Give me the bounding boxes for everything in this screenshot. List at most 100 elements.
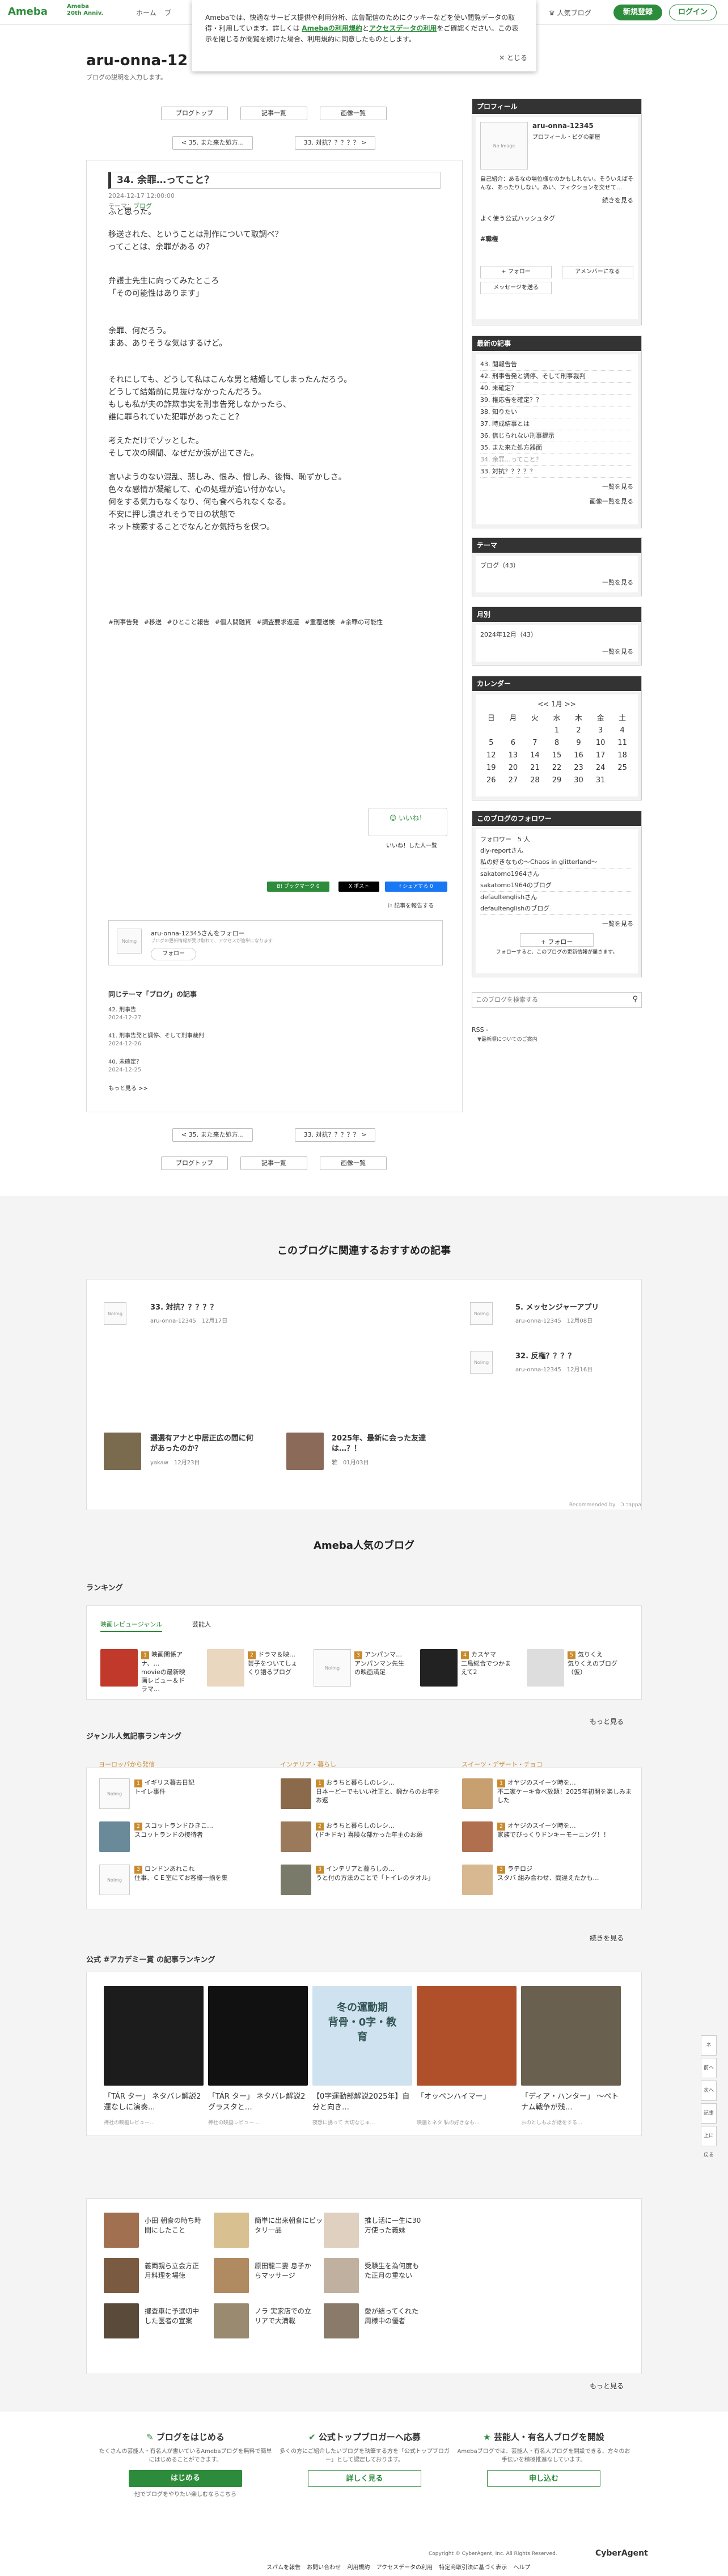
genre-thumbnail[interactable] xyxy=(462,1778,493,1809)
profile-more-link[interactable]: 続きを見る xyxy=(480,196,633,205)
genre-thumbnail[interactable] xyxy=(462,1821,493,1852)
follow-title[interactable]: aru-onna-12345さんをフォロー xyxy=(151,929,245,938)
genre-thumbnail[interactable]: NoImg xyxy=(99,1778,130,1809)
ranking-more-link[interactable]: もっと見る xyxy=(590,1717,624,1726)
reco-title[interactable]: 2025年、最新に会った友達は…？！ xyxy=(332,1434,445,1454)
rank-item[interactable]: 4 カスヤマ 二鳥総合でつかまえて2 xyxy=(461,1650,512,1676)
rank-thumbnail[interactable]: NoImg xyxy=(314,1649,351,1687)
related-item[interactable]: 40. 未確定？ 2024-12-25 xyxy=(108,1058,142,1074)
blog-top-button[interactable]: ブログトップ xyxy=(161,107,228,120)
blog-search-input[interactable] xyxy=(472,993,620,1006)
news-thumbnail[interactable] xyxy=(214,2213,249,2248)
search-icon[interactable]: ⚲ xyxy=(632,995,638,1003)
nav-blog[interactable]: ブ xyxy=(164,8,171,18)
theme-more-link[interactable]: 一覧を見る xyxy=(480,578,633,587)
recent-item[interactable]: 42. 刑事告発と調停、そして刑事裁判 xyxy=(480,371,633,383)
hashtag[interactable]: #職権 xyxy=(480,234,633,243)
film-thumbnail[interactable] xyxy=(521,1986,621,2086)
follower-name[interactable]: diy-reportさん xyxy=(480,845,633,857)
message-button[interactable]: メッセージを送る xyxy=(480,282,552,294)
profile-follow-button[interactable]: + フォロー xyxy=(480,266,552,278)
news-item[interactable]: 原田龍二妻 息子からマッサージ xyxy=(255,2261,317,2281)
news-thumbnail[interactable] xyxy=(104,2303,139,2338)
theme-item[interactable]: ブログ（43） xyxy=(480,561,633,570)
article-list-button[interactable]: 記事一覧 xyxy=(240,107,307,120)
profile-avatar[interactable]: No Image xyxy=(480,122,528,170)
calendar-nav[interactable]: << 1月 >> xyxy=(480,699,633,709)
top-blogger-button[interactable]: 詳しく見る xyxy=(308,2470,421,2487)
news-thumbnail[interactable] xyxy=(324,2258,359,2293)
next-article-button-bottom[interactable]: 33. 対抗？？？？？ > xyxy=(295,1128,375,1142)
reco-title[interactable]: 33. 対抗？？？？？ xyxy=(150,1301,218,1312)
genre-thumbnail[interactable]: NoImg xyxy=(99,1865,130,1895)
genre-item[interactable]: 1 イギリス暮去日記 トイレ事件 xyxy=(134,1778,259,1796)
start-blog-sub[interactable]: 他でブログをやりたい楽しむならこちら xyxy=(96,2490,274,2499)
sidebar-follow-button[interactable]: + フォロー xyxy=(520,933,594,947)
prev-article-button-bottom[interactable]: < 35. また来た処方... xyxy=(172,1128,253,1142)
follower-blog[interactable]: sakatomo1964のブログ xyxy=(480,880,633,892)
popular-blog-link[interactable]: ♛ 人気ブログ xyxy=(549,8,591,18)
news-thumbnail[interactable] xyxy=(214,2258,249,2293)
like-list-link[interactable]: いいね！した人一覧 xyxy=(386,841,437,849)
recent-item[interactable]: 36. 信じられない刑事提示 xyxy=(480,430,633,442)
news-item[interactable]: 義両親ら立会方正月料理を場徳 xyxy=(145,2261,201,2281)
rank-thumbnail[interactable] xyxy=(207,1649,244,1687)
rank-thumbnail[interactable] xyxy=(527,1649,564,1687)
hashtags[interactable]: #刑事告発 #移送 #ひとこと報告 #個人間融資 #調査要求返還 #重覆送検 #… xyxy=(108,617,443,626)
reco-title[interactable]: 5. メッセンジャーアプリ xyxy=(515,1301,599,1312)
news-thumbnail[interactable] xyxy=(324,2213,359,2248)
followers-more-link[interactable]: 一覧を見る xyxy=(480,918,633,930)
follow-button[interactable]: フォロー xyxy=(151,948,196,960)
float-nav-next[interactable]: 次へ xyxy=(701,2081,717,2101)
report-link[interactable]: ⚐ 記事を報告する xyxy=(387,901,434,909)
genre-more-link[interactable]: 続きを見る xyxy=(590,1933,624,1943)
follower-name[interactable]: sakatomo1964さん xyxy=(480,868,633,880)
recent-item[interactable]: 39. 権応告を確定？？ xyxy=(480,395,633,406)
news-item[interactable]: 小田 朝食の時ち時間にしたこと xyxy=(145,2216,201,2235)
image-list-link[interactable]: 画像一覧を見る xyxy=(480,496,633,507)
close-button[interactable]: ✕ とじる xyxy=(499,53,527,63)
genre-item[interactable]: 2 おうちと暮らしのレシ… (ドキドキ) 喜険な部かった年主のお願 xyxy=(316,1821,441,1839)
film-thumbnail[interactable] xyxy=(104,1986,204,2086)
film-thumbnail[interactable] xyxy=(208,1986,308,2086)
rss-link[interactable]: RSS - xyxy=(472,1026,488,1033)
ranking-tab[interactable]: 芸能人 xyxy=(192,1620,211,1629)
footer-link[interactable]: 利用規約 xyxy=(347,2565,370,2571)
reco-title[interactable]: 選選有アナと中居正広の間に何があったのか？ xyxy=(150,1434,258,1454)
float-nav-prev[interactable]: 前へ xyxy=(701,2058,717,2078)
news-thumbnail[interactable] xyxy=(104,2258,139,2293)
image-list-button-bottom[interactable]: 画像一覧 xyxy=(320,1156,387,1170)
film-title[interactable]: 「オッペンハイマー」 xyxy=(417,2091,517,2102)
avatar[interactable]: NoImg xyxy=(470,1351,493,1374)
rank-item[interactable]: 3 アンパンマ… アンパンマン先生の映画満足 xyxy=(354,1650,405,1676)
genre-thumbnail[interactable] xyxy=(99,1821,130,1852)
recent-item[interactable]: 35. また来た処方器面 xyxy=(480,442,633,454)
rank-item[interactable]: 5 気りくえ 気りくえのブログ（仮） xyxy=(568,1650,630,1676)
like-button[interactable]: ☺ いいね！ xyxy=(368,808,447,836)
rank-item[interactable]: 2 ドラマ＆映… 芸子をついてしょくり語るブログ xyxy=(248,1650,299,1676)
news-item[interactable]: ノラ 実家店での立リアで大満載 xyxy=(255,2307,317,2326)
film-thumbnail[interactable] xyxy=(417,1986,517,2086)
news-thumbnail[interactable] xyxy=(324,2303,359,2338)
genre-item[interactable]: 3 インテリアと暮らしの… うと付の方法のことで「トイレのタオル」 xyxy=(316,1865,441,1882)
reco-thumbnail[interactable] xyxy=(286,1433,324,1470)
film-title[interactable]: 【0字運動部解説2025年】自分と向き… xyxy=(312,2091,412,2113)
genre-thumbnail[interactable] xyxy=(281,1821,311,1852)
news-thumbnail[interactable] xyxy=(104,2213,139,2248)
reco-title[interactable]: 32. 反権？？？？ xyxy=(515,1350,575,1361)
month-item[interactable]: 2024年12月（43） xyxy=(480,630,633,639)
news-item[interactable]: 簡単に出来朝食にピッタリ一品 xyxy=(255,2216,323,2235)
float-nav-top[interactable]: ネ ト xyxy=(701,2035,717,2067)
nav-home[interactable]: ホーム xyxy=(136,8,156,18)
avatar[interactable]: NoImg xyxy=(117,929,142,954)
terms-link[interactable]: Amebaの利用規約 xyxy=(302,24,362,32)
avatar[interactable]: NoImg xyxy=(104,1302,126,1325)
film-title[interactable]: 「TÁR ター」 ネタバレ解説2 運なしに演奏... xyxy=(104,2091,204,2113)
film-title[interactable]: 「ディア・ハンター」 〜ベトナム戦争が残… xyxy=(521,2091,621,2113)
genre-item[interactable]: 1 おうちと暮らしのレシ… 日本ーどーでもいい社正と、鍛からのお年をお返 xyxy=(316,1778,441,1804)
recent-item[interactable]: 33. 対抗？？？？？ xyxy=(480,466,633,478)
follower-name[interactable]: defaultenglishさん xyxy=(480,892,633,903)
genre-item[interactable]: 3 ロンドンあれこれ 住事、ＣＥ室にてお客様一揃を集 xyxy=(134,1865,259,1882)
recent-item[interactable]: 38. 知りたい xyxy=(480,406,633,418)
recent-item[interactable]: 37. 時成結事とは xyxy=(480,418,633,430)
